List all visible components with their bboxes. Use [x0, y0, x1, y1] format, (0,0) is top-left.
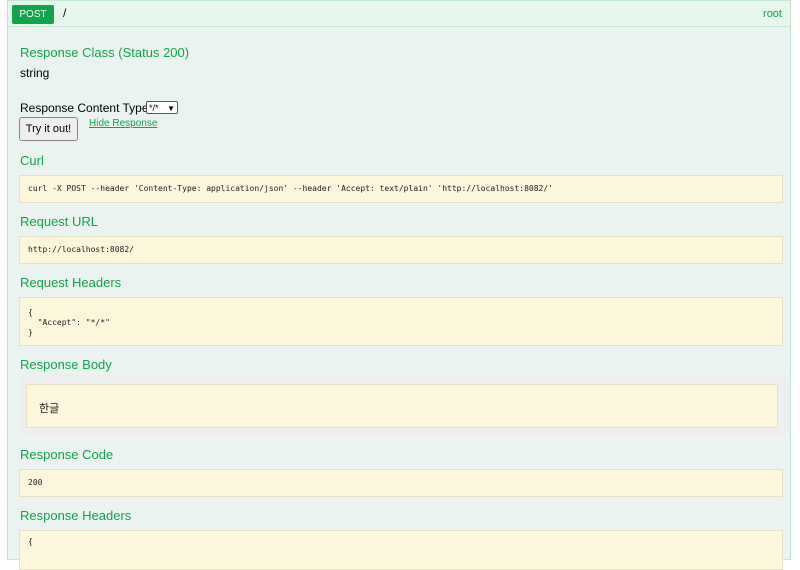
operation-header[interactable]: POST / root	[8, 1, 790, 27]
response-headers-value: {	[19, 530, 783, 570]
operation-panel: POST / root Response Class (Status 200) …	[7, 0, 791, 570]
content-type-label: Response Content Type	[20, 101, 149, 115]
chevron-down-icon: ▼	[167, 104, 175, 113]
try-it-out-button[interactable]: Try it out!	[19, 117, 78, 141]
endpoint-path[interactable]: /	[63, 6, 66, 20]
request-url-heading: Request URL	[20, 214, 99, 229]
response-class-heading: Response Class (Status 200)	[20, 45, 190, 60]
curl-heading: Curl	[20, 153, 44, 168]
content-type-selected: */*	[149, 103, 159, 113]
hide-response-link[interactable]: Hide Response	[89, 118, 157, 129]
http-method-badge[interactable]: POST	[12, 5, 54, 24]
request-headers-heading: Request Headers	[20, 275, 122, 290]
response-code-value: 200	[19, 469, 783, 497]
response-body-heading: Response Body	[20, 357, 112, 372]
response-headers-heading: Response Headers	[20, 508, 132, 523]
curl-command: curl -X POST --header 'Content-Type: app…	[19, 175, 783, 203]
response-class-type: string	[20, 66, 50, 80]
root-link[interactable]: root	[763, 8, 782, 20]
response-body-container: 한글	[19, 375, 785, 435]
request-url-value: http://localhost:8082/	[19, 236, 783, 264]
content-type-select[interactable]: */* ▼	[146, 101, 178, 114]
request-headers-value: { "Accept": "*/*" }	[19, 297, 783, 346]
response-code-heading: Response Code	[20, 447, 114, 462]
response-body-value: 한글	[26, 384, 778, 428]
